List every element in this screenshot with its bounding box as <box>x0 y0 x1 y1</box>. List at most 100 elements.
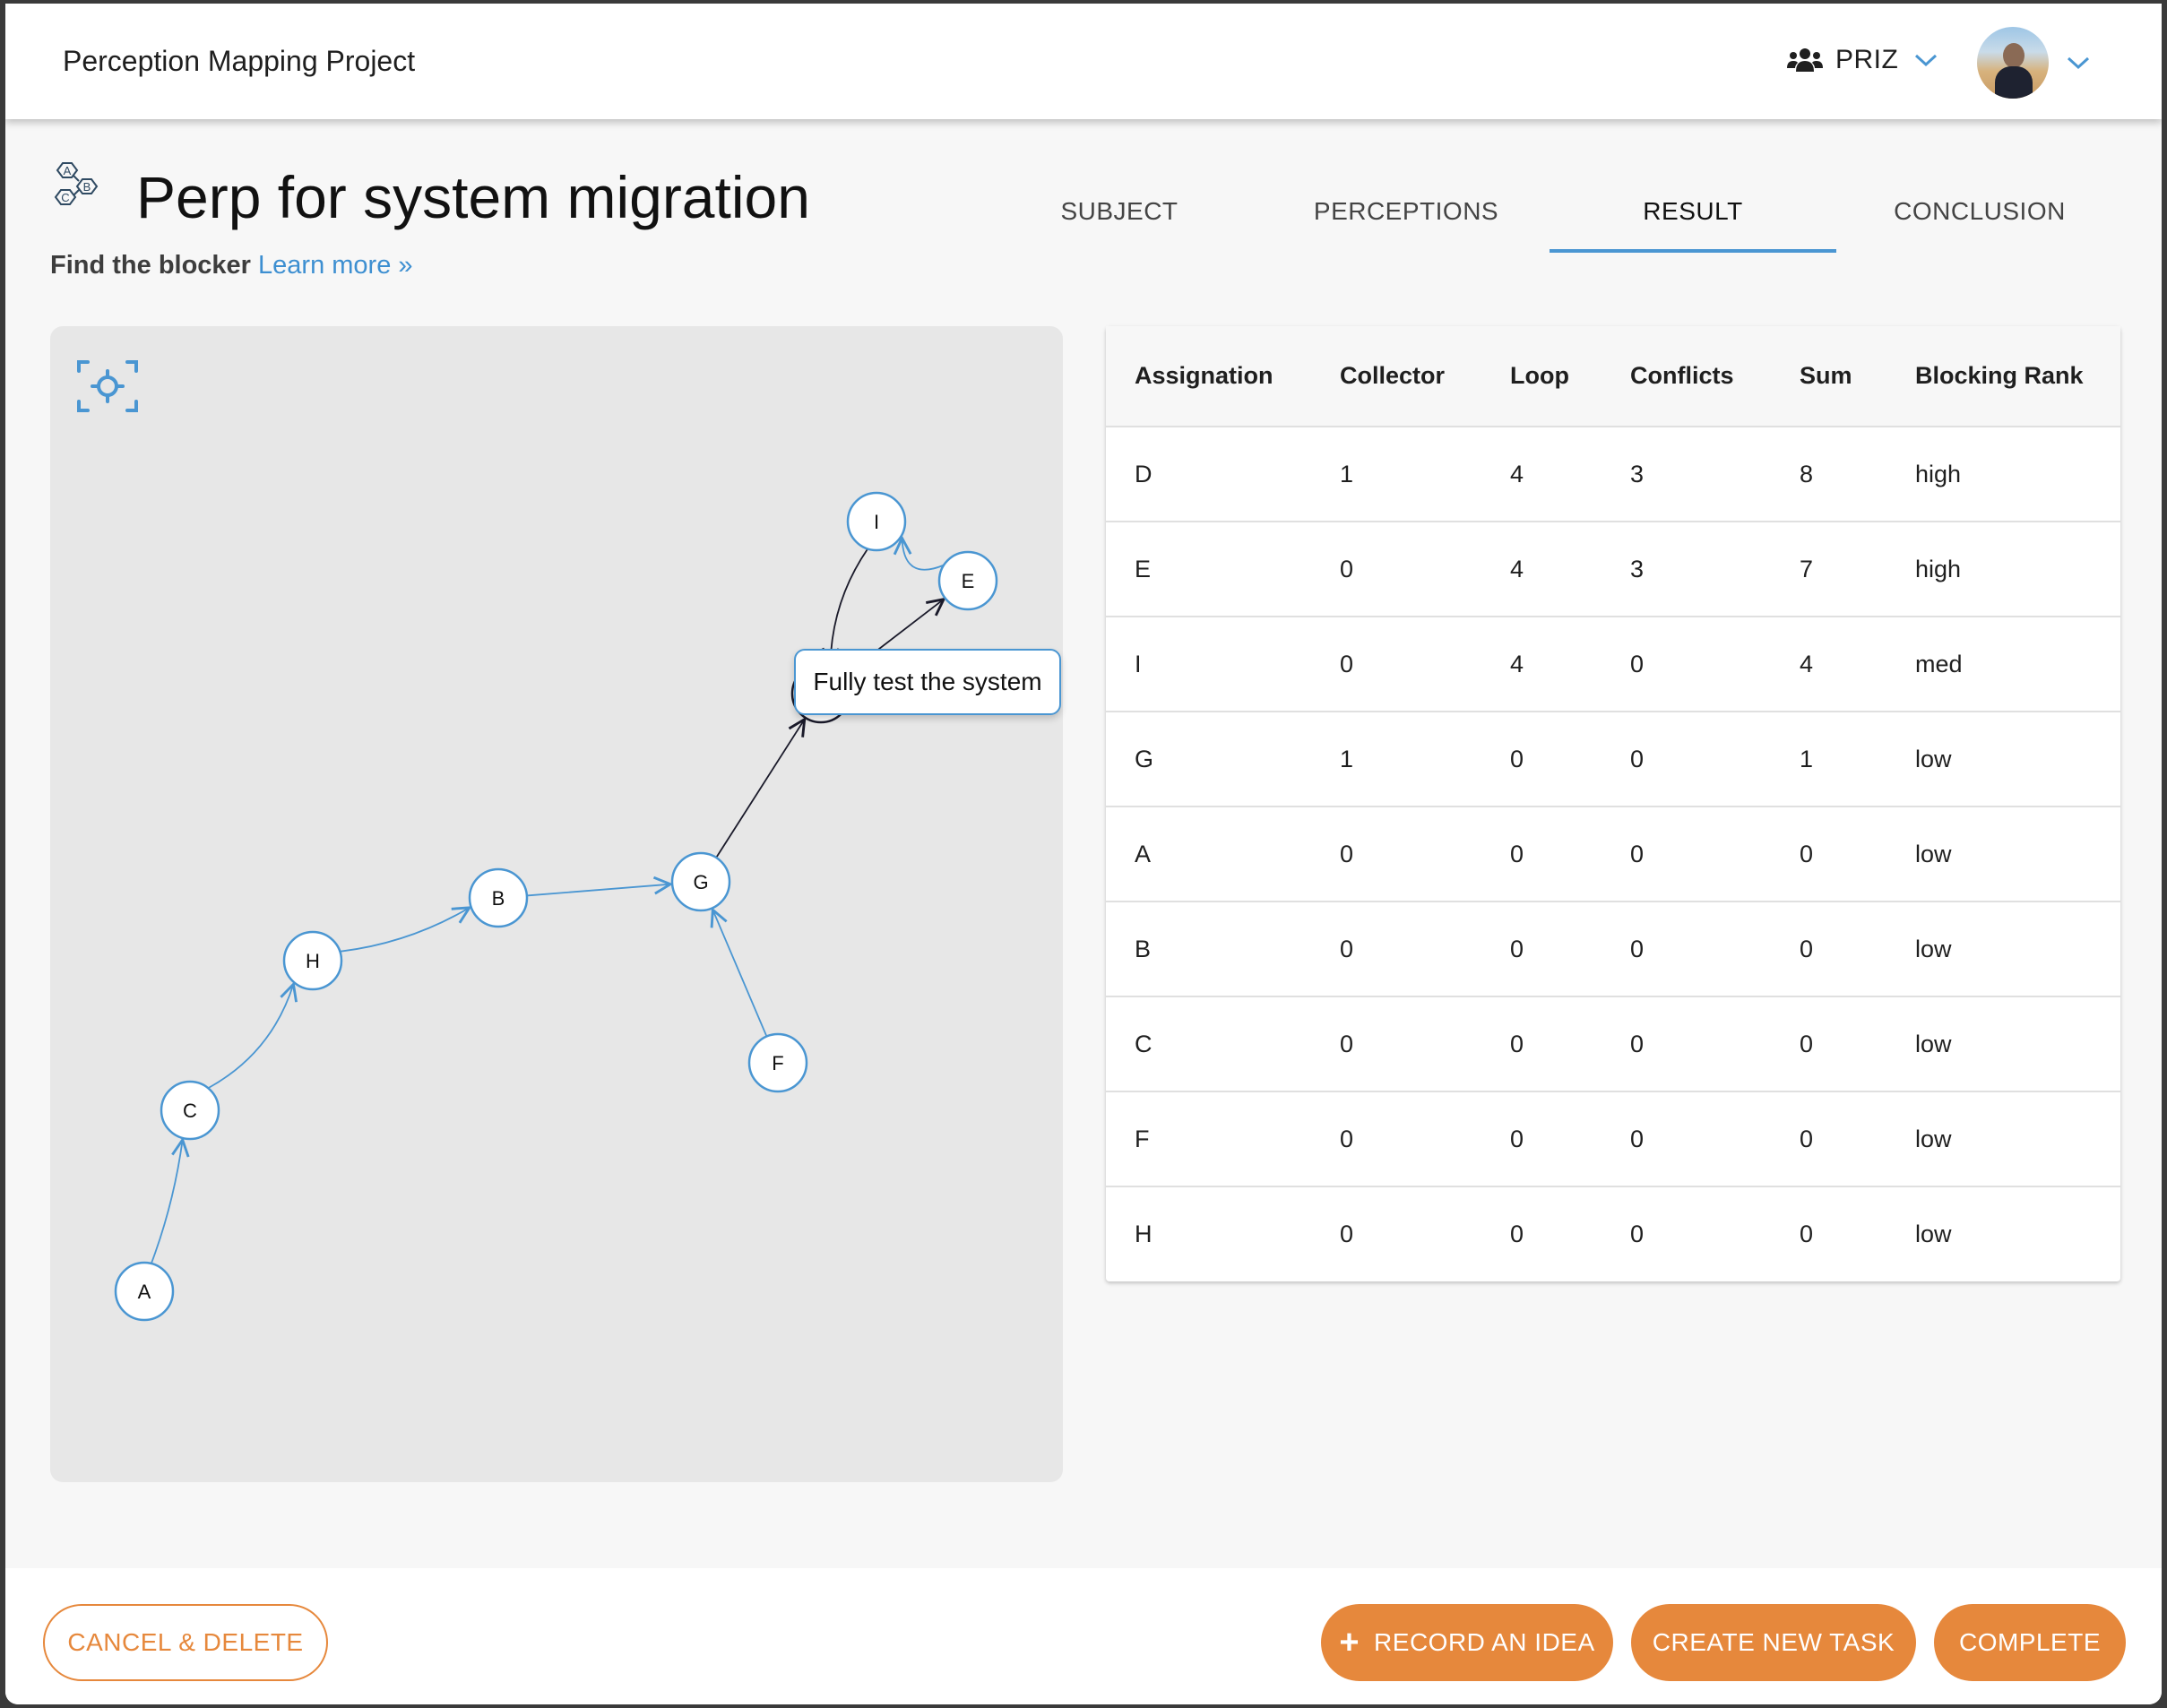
table-cell: 0 <box>1602 617 1771 712</box>
graph-node-f[interactable]: F <box>747 1032 808 1093</box>
column-header[interactable]: Conflicts <box>1602 326 1771 427</box>
table-cell: A <box>1106 807 1311 902</box>
cancel-delete-button[interactable]: CANCEL & DELETE <box>43 1604 328 1681</box>
node-label: C <box>183 1100 197 1122</box>
graph-edge-h-b <box>340 908 469 953</box>
table-cell: 0 <box>1481 996 1602 1092</box>
node-label: G <box>693 871 708 893</box>
perception-graph-panel[interactable]: IEDGBHCAF Fully test the system <box>50 326 1063 1482</box>
table-cell: low <box>1886 1091 2120 1187</box>
user-avatar[interactable] <box>1977 27 2049 99</box>
table-cell: high <box>1886 427 2120 522</box>
table-row[interactable]: C 0 0 0 0 low <box>1106 996 2120 1092</box>
plus-icon: + <box>1339 1624 1360 1661</box>
table-cell: low <box>1886 901 2120 997</box>
node-label: E <box>962 570 975 592</box>
table-cell: 8 <box>1771 427 1886 522</box>
node-label: A <box>138 1281 151 1303</box>
table-cell: 0 <box>1771 1091 1886 1187</box>
table-cell: G <box>1106 712 1311 807</box>
results-table-card: Assignation Collector Loop Conflicts Sum… <box>1106 326 2120 1281</box>
table-cell: 0 <box>1800 1221 1814 1247</box>
table-cell: H <box>1135 1221 1153 1247</box>
table-row[interactable]: D 1 4 3 8 high <box>1106 427 2120 522</box>
table-cell: 0 <box>1602 712 1771 807</box>
team-switcher[interactable]: PRIZ <box>1787 45 1938 75</box>
chevron-down-icon[interactable] <box>2067 56 2090 70</box>
tab-conclusion[interactable]: CONCLUSION <box>1836 179 2123 253</box>
page-title: Perp for system migration <box>136 164 810 230</box>
learn-more-link[interactable]: Learn more » <box>258 251 413 280</box>
node-tooltip: Fully test the system <box>794 649 1061 715</box>
complete-button[interactable]: COMPLETE <box>1934 1604 2126 1681</box>
graph-edge-a-c <box>150 1140 183 1264</box>
table-row[interactable]: H 0 0 0 0 low <box>1106 1186 2120 1281</box>
table-cell: high <box>1886 522 2120 617</box>
results-table: Assignation Collector Loop Conflicts Sum… <box>1106 326 2120 1281</box>
abc-hexagon-logo-icon: A B C <box>54 162 99 205</box>
graph-node-a[interactable]: A <box>114 1261 175 1322</box>
table-cell: 1 <box>1311 427 1481 522</box>
graph-canvas[interactable]: IEDGBHCAF <box>50 326 1063 1482</box>
svg-text:A: A <box>64 164 72 177</box>
table-row[interactable]: I 0 4 0 4 med <box>1106 617 2120 712</box>
tab-result[interactable]: RESULT <box>1550 179 1836 253</box>
svg-text:C: C <box>61 191 69 204</box>
table-cell: 4 <box>1481 522 1602 617</box>
graph-edge-i-d <box>830 548 868 664</box>
table-row[interactable]: G 1 0 0 1 low <box>1106 712 2120 807</box>
table-cell: 3 <box>1602 522 1771 617</box>
chevron-down-icon <box>1915 54 1938 67</box>
column-header[interactable]: Loop <box>1481 326 1602 427</box>
avatar-body <box>1995 66 2033 99</box>
table-row[interactable]: B 0 0 0 0 low <box>1106 901 2120 997</box>
node-label: I <box>874 511 879 533</box>
table-cell: 0 <box>1771 807 1886 902</box>
table-cell: B <box>1106 901 1311 997</box>
graph-node-b[interactable]: B <box>468 867 529 928</box>
tab-subject[interactable]: SUBJECT <box>976 179 1263 253</box>
graph-node-i[interactable]: I <box>846 491 907 552</box>
record-idea-button[interactable]: + RECORD AN IDEA <box>1321 1604 1613 1681</box>
table-cell: 1 <box>1311 712 1481 807</box>
table-cell: 0 <box>1771 996 1886 1092</box>
graph-node-e[interactable]: E <box>937 550 998 611</box>
table-cell: E <box>1106 522 1311 617</box>
subtitle-text: Find the blocker <box>50 251 251 280</box>
table-row[interactable]: F 0 0 0 0 low <box>1106 1091 2120 1187</box>
create-task-button[interactable]: CREATE NEW TASK <box>1631 1604 1916 1681</box>
column-header[interactable]: Sum <box>1771 326 1886 427</box>
svg-text:B: B <box>83 180 91 194</box>
table-cell: low <box>1915 1221 1952 1247</box>
column-header[interactable]: Blocking Rank <box>1886 326 2120 427</box>
node-label: F <box>772 1052 783 1074</box>
table-cell: 0 <box>1602 996 1771 1092</box>
table-cell: 0 <box>1602 1091 1771 1187</box>
action-bar: CANCEL & DELETE + RECORD AN IDEA CREATE … <box>5 1568 2162 1704</box>
edges-layer <box>150 538 944 1264</box>
table-row[interactable]: E 0 4 3 7 high <box>1106 522 2120 617</box>
table-cell: 0 <box>1311 807 1481 902</box>
graph-node-h[interactable]: H <box>282 930 343 991</box>
table-cell: med <box>1886 617 2120 712</box>
step-tabs: SUBJECT PERCEPTIONS RESULT CONCLUSION <box>976 179 2123 253</box>
graph-edge-f-g <box>712 910 768 1037</box>
record-idea-label: RECORD AN IDEA <box>1374 1628 1595 1656</box>
table-row[interactable]: A 0 0 0 0 low <box>1106 807 2120 902</box>
table-cell: 0 <box>1311 522 1481 617</box>
column-header[interactable]: Assignation <box>1106 326 1311 427</box>
table-cell: 0 <box>1602 901 1771 997</box>
graph-node-g[interactable]: G <box>670 851 731 912</box>
table-cell: low <box>1886 712 2120 807</box>
tab-perceptions[interactable]: PERCEPTIONS <box>1263 179 1550 253</box>
table-cell: I <box>1106 617 1311 712</box>
graph-edge-c-h <box>207 984 293 1090</box>
table-cell: 4 <box>1481 427 1602 522</box>
table-cell: F <box>1106 1091 1311 1187</box>
graph-node-c[interactable]: C <box>160 1080 220 1141</box>
page-subtitle: Find the blocker Learn more » <box>50 251 413 280</box>
table-cell: 0 <box>1602 807 1771 902</box>
users-icon <box>1787 48 1823 72</box>
table-cell: 0 <box>1630 1221 1645 1247</box>
column-header[interactable]: Collector <box>1311 326 1481 427</box>
